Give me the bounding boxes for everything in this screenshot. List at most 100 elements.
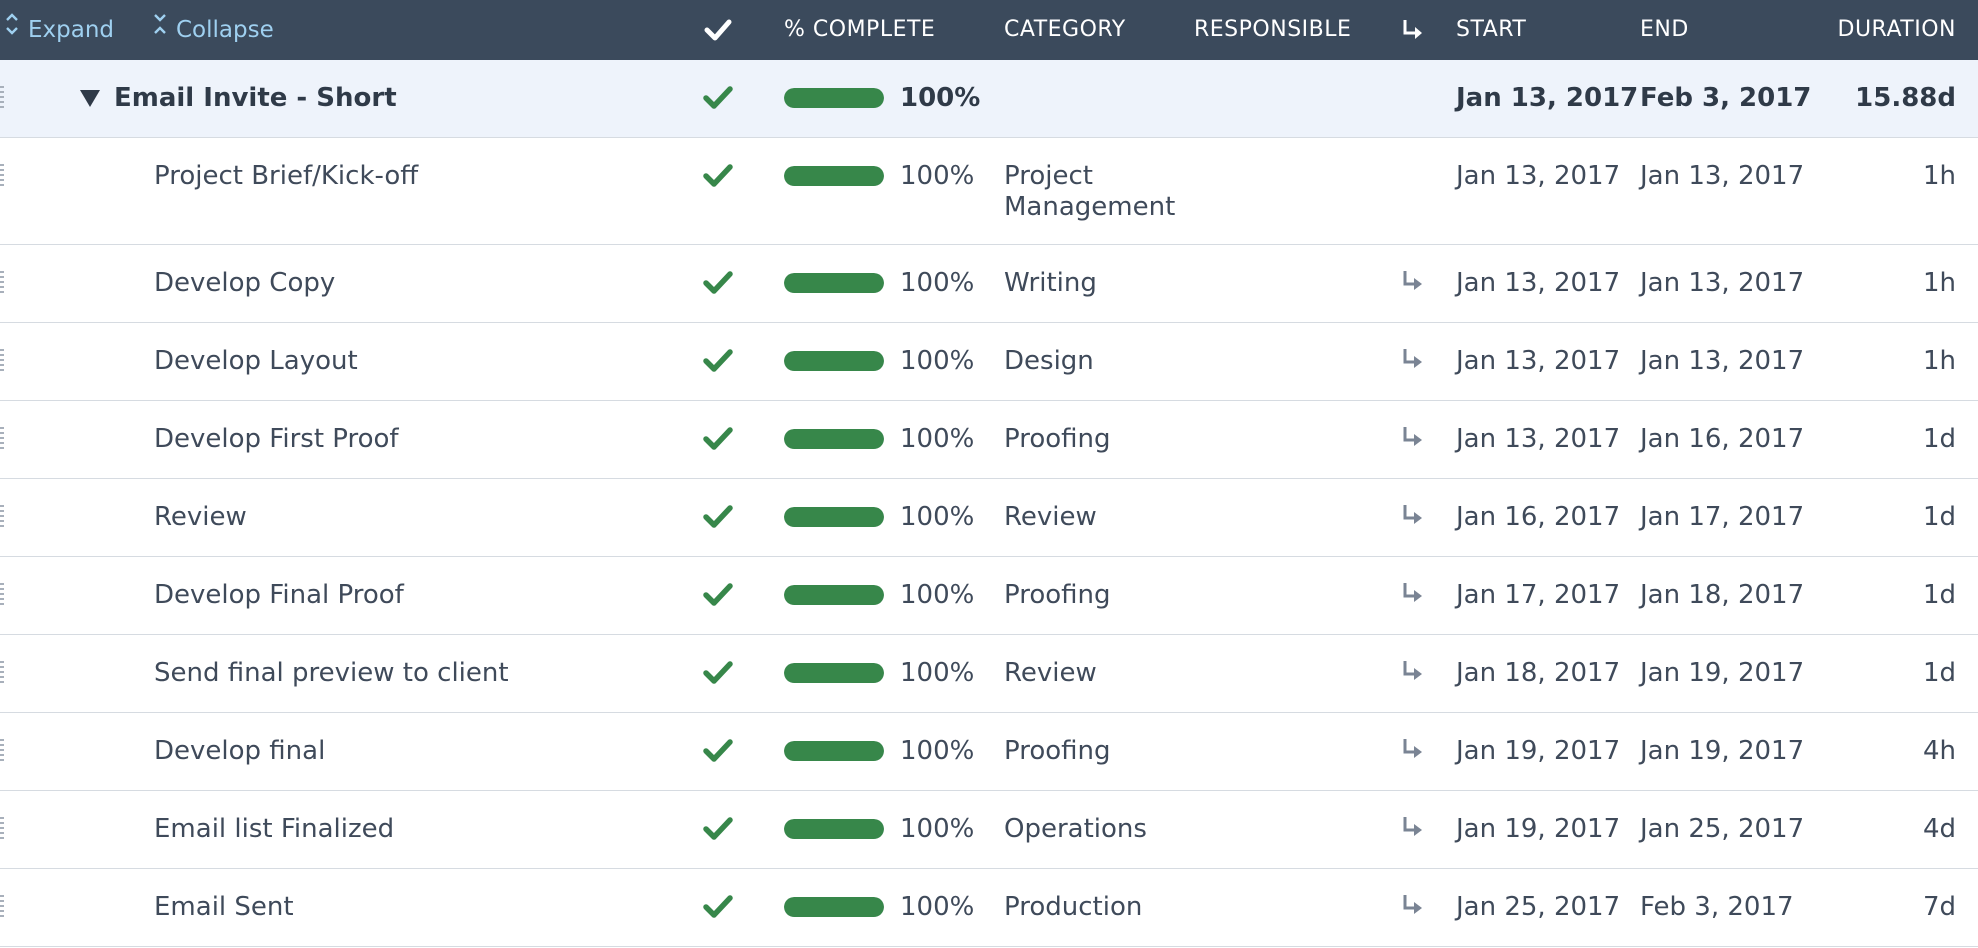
category-value[interactable]: Writing	[1004, 267, 1097, 299]
dependency-arrow-icon	[1401, 815, 1425, 839]
task-row[interactable]: Develop Copy 100% Writing Jan 13, 2017 Jan 1…	[0, 245, 1978, 323]
dependency-arrow-icon	[1401, 737, 1425, 761]
category-value[interactable]: Project	[1004, 160, 1093, 192]
task-row[interactable]: Develop Layout 100% Design Jan 13, 2017 Jan …	[0, 323, 1978, 401]
category-value[interactable]: Proofing	[1004, 735, 1111, 767]
drag-handle[interactable]	[0, 583, 4, 607]
drag-handle[interactable]	[0, 895, 4, 919]
task-name[interactable]: Develop First Proof	[154, 423, 399, 455]
duration-value[interactable]: 15.88d	[1855, 82, 1956, 114]
start-date[interactable]: Jan 16, 2017	[1456, 501, 1620, 533]
start-date[interactable]: Jan 18, 2017	[1456, 657, 1620, 689]
task-row[interactable]: Develop First Proof 100% Proofing Jan 13, 2…	[0, 401, 1978, 479]
start-date[interactable]: Jan 17, 2017	[1456, 579, 1620, 611]
task-name[interactable]: Develop Copy	[154, 267, 335, 299]
task-row[interactable]: Review 100% Review Jan 16, 2017 Jan 17, 2017…	[0, 479, 1978, 557]
end-date[interactable]: Jan 19, 2017	[1640, 735, 1804, 767]
progress-bar	[784, 663, 884, 683]
group-row[interactable]: Email Invite - Short 100% Jan 13, 2017 Feb …	[0, 60, 1978, 138]
category-value[interactable]: Design	[1004, 345, 1094, 377]
group-name[interactable]: Email Invite - Short	[114, 82, 397, 114]
duration-value[interactable]: 7d	[1923, 891, 1956, 923]
drag-handle[interactable]	[0, 349, 4, 373]
end-date[interactable]: Jan 16, 2017	[1640, 423, 1804, 455]
progress-bar-fill	[784, 166, 884, 186]
category-value[interactable]: Production	[1004, 891, 1142, 923]
task-row[interactable]: Project Brief/Kick-off 100% Project Managem…	[0, 138, 1978, 245]
category-value[interactable]: Review	[1004, 501, 1097, 533]
collapse-button[interactable]: Collapse	[150, 0, 274, 60]
check-icon	[703, 895, 733, 919]
end-date[interactable]: Jan 19, 2017	[1640, 657, 1804, 689]
category-value[interactable]: Proofing	[1004, 579, 1111, 611]
end-date[interactable]: Jan 13, 2017	[1640, 267, 1804, 299]
end-date[interactable]: Feb 3, 2017	[1640, 891, 1794, 923]
start-column-header[interactable]: START	[1456, 0, 1526, 60]
check-icon	[703, 661, 733, 685]
start-date[interactable]: Jan 25, 2017	[1456, 891, 1620, 923]
drag-handle[interactable]	[0, 164, 4, 188]
duration-value[interactable]: 1h	[1923, 345, 1956, 377]
start-date[interactable]: Jan 13, 2017	[1456, 423, 1620, 455]
progress-bar	[784, 166, 884, 186]
end-date[interactable]: Jan 17, 2017	[1640, 501, 1804, 533]
task-name[interactable]: Develop Layout	[154, 345, 358, 377]
start-date[interactable]: Jan 19, 2017	[1456, 735, 1620, 767]
category-value[interactable]: Review	[1004, 657, 1097, 689]
duration-value[interactable]: 1d	[1923, 423, 1956, 455]
dependency-column-header[interactable]	[1401, 0, 1425, 60]
drag-handle[interactable]	[0, 427, 4, 451]
check-icon	[703, 739, 733, 763]
category-value[interactable]: Operations	[1004, 813, 1147, 845]
duration-value[interactable]: 1d	[1923, 579, 1956, 611]
task-name[interactable]: Email Sent	[154, 891, 294, 923]
drag-handle[interactable]	[0, 86, 4, 110]
drag-handle[interactable]	[0, 661, 4, 685]
category-value[interactable]: Proofing	[1004, 423, 1111, 455]
category-value[interactable]: Management	[1004, 191, 1175, 223]
duration-value[interactable]: 1d	[1923, 501, 1956, 533]
duration-value[interactable]: 4d	[1923, 813, 1956, 845]
end-date[interactable]: Feb 3, 2017	[1640, 82, 1811, 114]
start-date[interactable]: Jan 19, 2017	[1456, 813, 1620, 845]
task-name[interactable]: Project Brief/Kick-off	[154, 160, 418, 192]
check-icon	[703, 427, 733, 451]
percent-complete-column-header[interactable]: % COMPLETE	[784, 0, 935, 60]
done-column-header[interactable]	[704, 0, 732, 60]
task-row[interactable]: Email list Finalized 100% Operations Jan 19…	[0, 791, 1978, 869]
start-date[interactable]: Jan 13, 2017	[1456, 267, 1620, 299]
start-date[interactable]: Jan 13, 2017	[1456, 160, 1620, 192]
task-name[interactable]: Send final preview to client	[154, 657, 509, 689]
drag-handle[interactable]	[0, 505, 4, 529]
end-date[interactable]: Jan 13, 2017	[1640, 160, 1804, 192]
expand-button[interactable]: Expand	[2, 0, 114, 60]
drag-handle[interactable]	[0, 271, 4, 295]
end-date[interactable]: Jan 18, 2017	[1640, 579, 1804, 611]
progress-label: 100%	[900, 736, 975, 766]
responsible-column-header[interactable]: RESPONSIBLE	[1194, 0, 1351, 60]
category-column-header[interactable]: CATEGORY	[1004, 0, 1126, 60]
duration-value[interactable]: 1h	[1923, 267, 1956, 299]
task-name[interactable]: Develop final	[154, 735, 325, 767]
task-row[interactable]: Develop final 100% Proofing Jan 19, 2017 Jan…	[0, 713, 1978, 791]
duration-value[interactable]: 1d	[1923, 657, 1956, 689]
duration-column-header[interactable]: DURATION	[1838, 0, 1956, 60]
drag-handle[interactable]	[0, 817, 4, 841]
duration-value[interactable]: 4h	[1923, 735, 1956, 767]
caret-down-icon[interactable]	[80, 90, 100, 107]
start-date[interactable]: Jan 13, 2017	[1456, 345, 1620, 377]
task-row[interactable]: Develop Final Proof 100% Proofing Jan 17, 2…	[0, 557, 1978, 635]
task-name[interactable]: Review	[154, 501, 247, 533]
task-name[interactable]: Email list Finalized	[154, 813, 394, 845]
task-row[interactable]: Email Sent 100% Production Jan 25, 2017 Feb …	[0, 869, 1978, 947]
end-date[interactable]: Jan 25, 2017	[1640, 813, 1804, 845]
task-name[interactable]: Develop Final Proof	[154, 579, 404, 611]
duration-value[interactable]: 1h	[1923, 160, 1956, 192]
task-row[interactable]: Send final preview to client 100% Review Ja…	[0, 635, 1978, 713]
drag-handle[interactable]	[0, 739, 4, 763]
end-date[interactable]: Jan 13, 2017	[1640, 345, 1804, 377]
end-column-header[interactable]: END	[1640, 0, 1689, 60]
progress-bar-fill	[784, 663, 884, 683]
start-date[interactable]: Jan 13, 2017	[1456, 82, 1638, 114]
progress-bar-fill	[784, 507, 884, 527]
